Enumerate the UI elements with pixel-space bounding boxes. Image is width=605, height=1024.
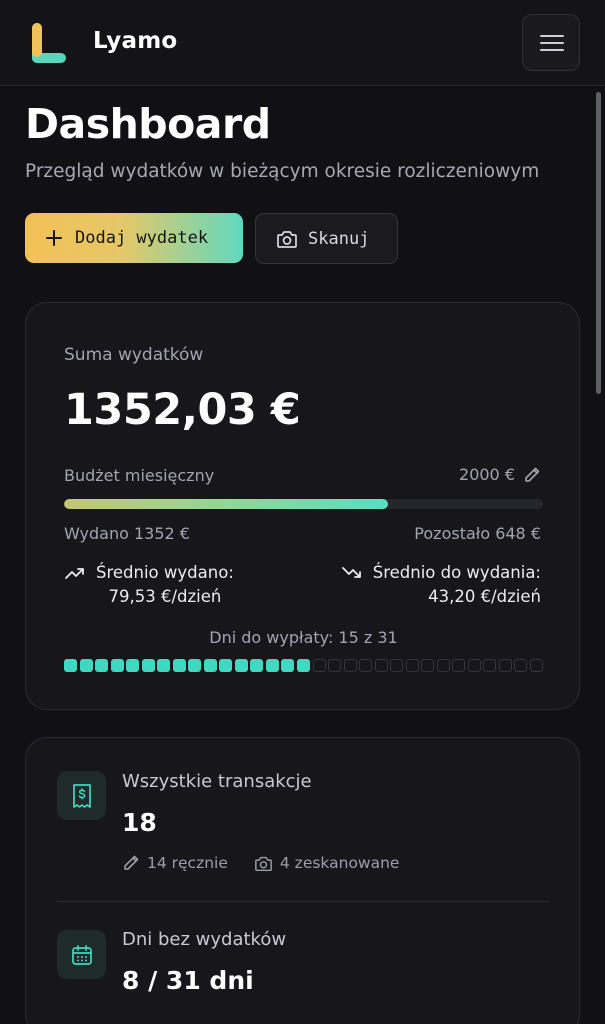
payday-day-marker — [188, 659, 202, 672]
payday-day-marker — [405, 659, 419, 672]
payday-day-marker — [343, 659, 357, 672]
avg-spent-block: Średnio wydano: 79,53 €/dzień — [64, 561, 234, 609]
hamburger-menu-icon — [540, 49, 564, 51]
total-label: Suma wydatków — [64, 345, 204, 365]
payday-day-marker — [79, 659, 93, 672]
payday-day-marker — [95, 659, 109, 672]
camera-icon — [255, 856, 272, 871]
no-spend-days-label: Dni bez wydatków — [122, 929, 287, 950]
camera-icon — [277, 230, 297, 248]
scanned-count: 4 zeskanowane — [279, 854, 400, 872]
budget-value: 2000 € — [459, 465, 515, 484]
avg-spent-label: Średnio wydano: — [96, 563, 234, 582]
calendar-icon — [71, 944, 92, 965]
remaining-text: Pozostało 648 € — [414, 524, 541, 543]
plus-icon — [46, 230, 62, 246]
payday-day-marker — [467, 659, 481, 672]
payday-day-marker — [203, 659, 217, 672]
trending-down-icon — [341, 567, 361, 578]
hamburger-menu-icon — [540, 35, 564, 37]
scan-button[interactable]: Skanuj — [255, 213, 398, 264]
payday-day-marker — [374, 659, 388, 672]
payday-day-marker — [110, 659, 124, 672]
calendar-icon-box — [57, 930, 106, 979]
payday-day-marker — [219, 659, 233, 672]
payday-day-marker — [250, 659, 264, 672]
payday-day-marker — [498, 659, 512, 672]
payday-day-marker — [530, 659, 543, 672]
avg-left-label: Średnio do wydania: — [372, 563, 541, 582]
transactions-value: 18 — [122, 808, 157, 837]
lyamo-logo[interactable] — [32, 23, 66, 63]
payday-day-marker — [359, 659, 373, 672]
payday-day-marker — [157, 659, 171, 672]
payday-day-marker — [483, 659, 497, 672]
receipt-icon-box — [57, 771, 106, 820]
receipt-icon — [72, 783, 91, 808]
payday-day-marker — [421, 659, 435, 672]
payday-day-marker — [281, 659, 295, 672]
hamburger-menu-icon — [540, 42, 564, 44]
add-expense-button[interactable]: Dodaj wydatek — [25, 213, 243, 263]
avg-left-block: Średnio do wydania: 43,20 €/dzień — [341, 561, 541, 609]
top-bar: Lyamo — [0, 0, 605, 86]
payday-day-marker — [514, 659, 528, 672]
payday-day-marker — [436, 659, 450, 672]
payday-day-marker — [328, 659, 342, 672]
budget-progress-fill — [64, 499, 388, 509]
payday-day-marker — [265, 659, 279, 672]
expense-summary-card: Suma wydatków 1352,03 € Budżet miesięczn… — [25, 302, 580, 710]
manual-count: 14 ręcznie — [147, 854, 228, 872]
avg-spent-value: 79,53 €/dzień — [108, 587, 222, 606]
payday-day-marker — [452, 659, 466, 672]
payday-day-tracker — [64, 659, 543, 672]
page-title: Dashboard — [25, 100, 271, 148]
payday-day-marker — [172, 659, 186, 672]
stats-divider — [57, 901, 549, 902]
payday-day-marker — [234, 659, 248, 672]
trending-up-icon — [65, 568, 84, 579]
no-spend-days-value: 8 / 31 dni — [122, 966, 254, 995]
budget-label: Budżet miesięczny — [64, 466, 215, 485]
scrollbar-thumb[interactable] — [596, 92, 601, 394]
transactions-breakdown: 14 ręcznie 4 zeskanowane — [122, 854, 399, 872]
menu-button[interactable] — [522, 14, 580, 71]
avg-left-value: 43,20 €/dzień — [428, 587, 541, 606]
payday-text: Dni do wypłaty: 15 z 31 — [209, 628, 398, 647]
total-value: 1352,03 € — [64, 385, 301, 435]
payday-day-marker — [390, 659, 404, 672]
transactions-label: Wszystkie transakcje — [122, 771, 312, 792]
payday-day-marker — [312, 659, 326, 672]
scan-label: Skanuj — [308, 228, 370, 249]
add-expense-label: Dodaj wydatek — [75, 228, 209, 248]
spent-text: Wydano 1352 € — [64, 524, 190, 543]
budget-progress-bar — [64, 499, 543, 509]
pencil-icon — [124, 855, 139, 870]
budget-value-edit[interactable]: 2000 € — [459, 465, 541, 484]
payday-day-marker — [141, 659, 155, 672]
pencil-icon[interactable] — [523, 466, 541, 484]
brand-name[interactable]: Lyamo — [93, 28, 177, 54]
payday-day-marker — [64, 659, 77, 672]
stats-card: Wszystkie transakcje 18 14 ręcznie 4 zes… — [25, 737, 580, 1024]
page-subtitle: Przegląd wydatków w bieżącym okresie roz… — [25, 161, 540, 182]
payday-day-marker — [126, 659, 140, 672]
payday-day-marker — [297, 659, 310, 672]
